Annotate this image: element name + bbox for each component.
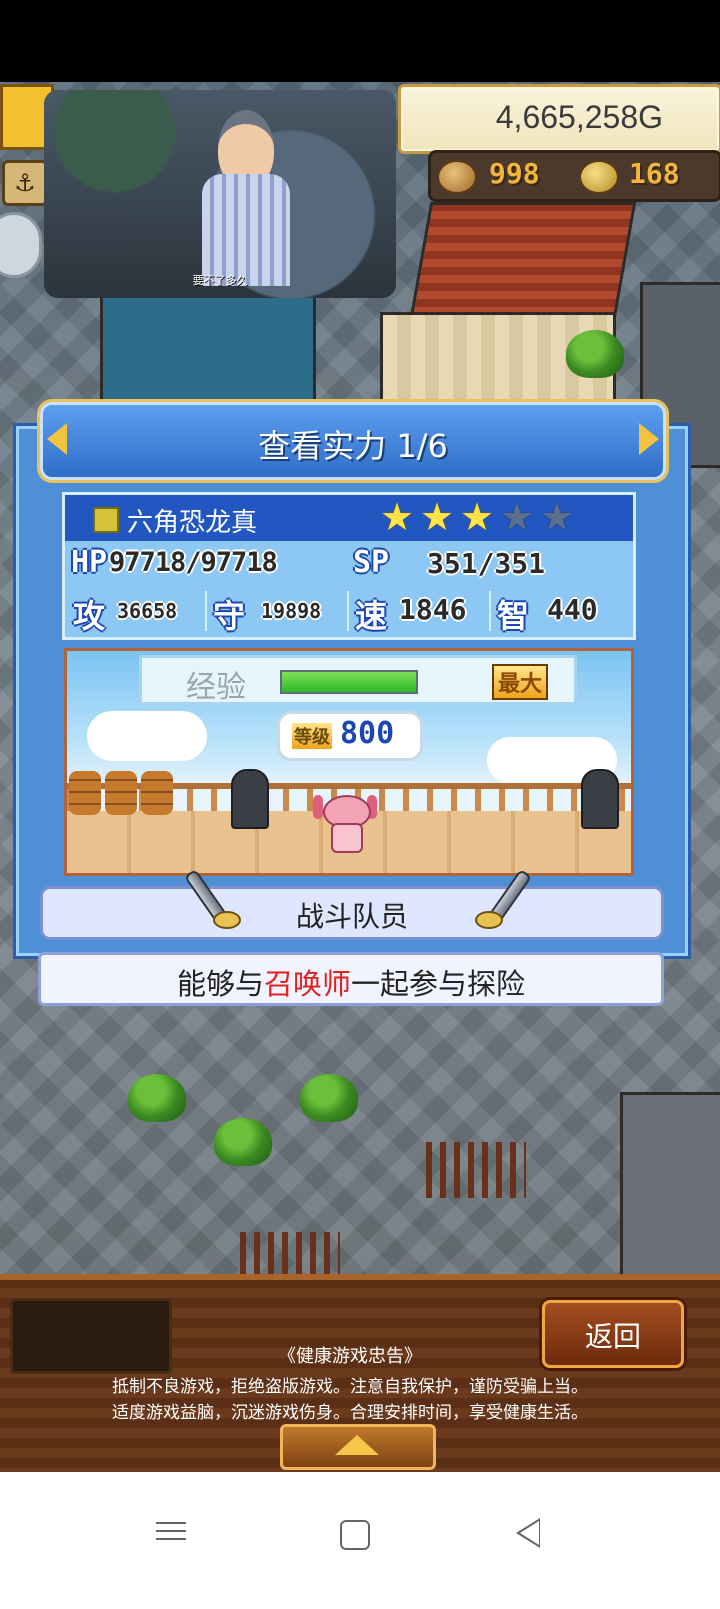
character-stats-panel: 六角恐龙真 ★ ★ ★ ★ ★ HP 97718/97718 SP 351/351 攻 … (62, 492, 636, 640)
sp-label: SP (353, 545, 390, 580)
speed-label: 速 (355, 597, 388, 635)
rarity-stars: ★ ★ ★ ★ ★ (377, 497, 577, 537)
barrel (105, 771, 137, 815)
barrel (69, 771, 101, 815)
resource-panel: 998 168 (428, 150, 720, 202)
top-black-strip (0, 0, 720, 82)
tree (300, 1074, 358, 1122)
level-label: 等级 (292, 723, 332, 749)
description-text: 能够与 (176, 967, 264, 1001)
star-empty-icon: ★ (499, 495, 535, 539)
health-notice-title: 《健康游戏忠告》 (278, 1346, 422, 1367)
axolotl-character-sprite (313, 789, 377, 853)
experience-bar (280, 670, 418, 694)
health-notice-line: 适度游戏益脑，沉迷游戏伤身。合理安排时间，享受健康生活。 (112, 1403, 588, 1423)
health-notice-line: 抵制不良游戏，拒绝盗版游戏。注意自我保护，谨防受骗上当。 (112, 1377, 588, 1397)
floating-video-player[interactable]: 要不了多久 (44, 90, 396, 298)
intelligence-label: 智 (497, 597, 530, 635)
character-preview-stage: 经验 最大 等级 800 (64, 648, 634, 876)
character-name-row: 六角恐龙真 ★ ★ ★ ★ ★ (65, 495, 633, 541)
dialog-title: 查看实力 1/6 (258, 427, 448, 465)
dialog-title-bar: 查看实力 1/6 (40, 402, 666, 480)
role-label: 战斗队员 (295, 900, 408, 933)
level-bubble: 等级 800 (277, 711, 423, 761)
recent-apps-icon[interactable] (156, 1516, 196, 1556)
speed-value: 1846 (399, 593, 467, 626)
fence (426, 1142, 526, 1198)
description-highlight: 召唤师 (263, 967, 351, 1001)
character-name: 六角恐龙真 (127, 508, 258, 538)
anchor-icon[interactable]: ⚓ (2, 160, 48, 206)
level-value: 800 (340, 716, 395, 751)
gold-panel: 4,665,258G (398, 84, 720, 154)
attack-label: 攻 (73, 597, 106, 635)
description-text: 一起参与探险 (351, 967, 526, 1001)
next-arrow-icon[interactable] (639, 423, 659, 455)
stone-wall (620, 1092, 720, 1288)
back-icon[interactable] (516, 1518, 540, 1548)
sp-value: 351/351 (427, 547, 546, 580)
star-filled-icon: ★ (419, 495, 455, 539)
star-empty-icon: ★ (539, 495, 575, 539)
hp-value: 97718/97718 (109, 547, 278, 578)
defense-label: 守 (213, 597, 246, 635)
up-arrow-icon (335, 1435, 379, 1455)
attributes-row: 攻 36658 守 19898 速 1846 智 440 (65, 589, 633, 635)
cannon (231, 769, 269, 829)
hp-sp-row: HP 97718/97718 SP 351/351 (65, 543, 633, 587)
experience-bar-fill (282, 672, 416, 692)
star-filled-icon: ★ (459, 495, 495, 539)
medal-icon (579, 160, 619, 194)
star-filled-icon: ★ (379, 495, 415, 539)
cannon (581, 769, 619, 829)
barrel (141, 771, 173, 815)
role-description-bar: 能够与召唤师一起参与探险 (38, 952, 664, 1006)
experience-box: 经验 最大 (139, 655, 577, 705)
role-description: 能够与召唤师一起参与探险 (41, 961, 661, 1003)
defense-value: 19898 (261, 599, 322, 623)
sword-icon (461, 867, 533, 937)
system-navigation-bar (0, 1472, 720, 1609)
tree (128, 1074, 186, 1122)
character-type-icon (93, 507, 119, 533)
home-icon[interactable] (340, 1520, 370, 1550)
gold-amount: 4,665,258G (495, 99, 663, 135)
attack-value: 36658 (117, 599, 178, 623)
tree (214, 1118, 272, 1166)
intelligence-value: 440 (547, 593, 598, 626)
medal-amount: 168 (629, 157, 680, 190)
video-character (202, 110, 290, 286)
max-level-badge: 最大 (492, 664, 549, 700)
experience-label: 经验 (186, 670, 246, 705)
tree (566, 330, 624, 378)
video-subtitle: 要不了多久 (192, 274, 248, 287)
coin-icon (437, 160, 477, 194)
expand-button[interactable] (280, 1424, 436, 1470)
role-bar: 战斗队员 (40, 868, 664, 940)
bottom-panel: 返回 《健康游戏忠告》 抵制不良游戏，拒绝盗版游戏。注意自我保护，谨防受骗上当。… (0, 1274, 720, 1478)
house-roof (409, 202, 637, 318)
hp-label: HP (71, 545, 108, 580)
coin-amount: 998 (489, 157, 540, 190)
